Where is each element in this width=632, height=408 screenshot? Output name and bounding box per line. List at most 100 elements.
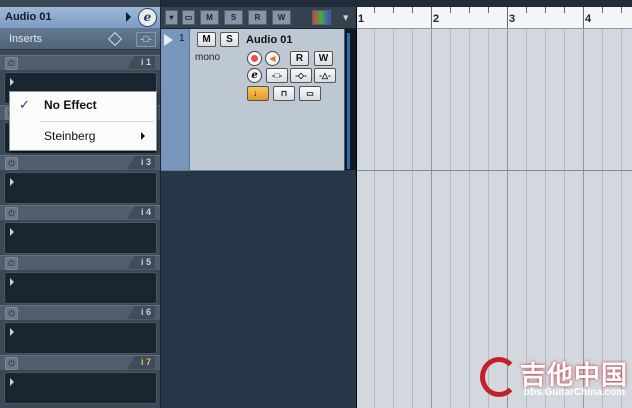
track-name[interactable]: Audio 01 (246, 34, 292, 46)
bypass-diamond-icon[interactable] (107, 31, 123, 47)
track-color-strip[interactable]: 1 (161, 29, 190, 170)
grid-line (545, 29, 546, 408)
ruler-tick (488, 7, 489, 13)
track-colors-button[interactable] (312, 10, 331, 25)
track-list-options-button[interactable]: ▾ (165, 10, 178, 25)
timebase-note-icon[interactable]: ♩ (247, 86, 269, 101)
grid-line (469, 29, 470, 408)
edit-channel-icon[interactable]: e (247, 68, 262, 83)
power-icon[interactable]: ⏻ (5, 157, 18, 170)
triangle-right-icon[interactable] (10, 78, 14, 86)
ruler-tick (507, 7, 508, 28)
guitarchina-logo-icon (480, 357, 518, 397)
menu-item-no-effect[interactable]: No Effect (44, 98, 97, 112)
triangle-right-icon[interactable] (10, 278, 14, 286)
ruler-tick (469, 7, 470, 13)
lock-icon[interactable]: ⊓ (273, 86, 295, 101)
track-list-menu-icon[interactable]: ▾ (343, 11, 349, 24)
insert-slot-field[interactable] (4, 222, 157, 254)
insert-slot-number: i 7 (127, 356, 155, 369)
record-enable-icon[interactable] (247, 51, 262, 66)
monitor-speaker-icon[interactable]: ◀ (265, 51, 280, 66)
project-cursor[interactable] (356, 7, 357, 408)
timeline-ruler[interactable]: 1 2 3 4 (356, 7, 632, 29)
insert-slot-header: ⏻ i 3 (0, 155, 160, 170)
lanes-icon[interactable]: ▭ (299, 86, 321, 101)
global-mute-button[interactable]: M (200, 10, 219, 25)
insert-slot-5[interactable]: ⏻ i 5 (0, 255, 160, 305)
insert-slot-field[interactable] (4, 372, 157, 404)
ruler-bar-label: 1 (358, 13, 365, 25)
insert-slot-header: ⏻ i 7 (0, 355, 160, 370)
grid-line (412, 29, 413, 408)
power-icon[interactable]: ⏻ (5, 257, 18, 270)
ruler-tick (393, 7, 394, 13)
ruler-bar-label: 2 (433, 13, 440, 25)
global-write-button[interactable]: W (272, 10, 291, 25)
ruler-tick (431, 7, 432, 28)
inspector-panel: Audio 01 e Inserts -□- ⏻ i 1 ⏻ i 2 ⏻ i 3… (0, 0, 161, 408)
read-automation-button[interactable]: R (290, 51, 309, 66)
ruler-tick (545, 7, 546, 13)
write-automation-button[interactable]: W (314, 51, 333, 66)
insert-slot-6[interactable]: ⏻ i 6 (0, 305, 160, 355)
grid-line (621, 29, 622, 408)
track-list-view-button[interactable]: ▭ (182, 10, 195, 25)
track-channel-config: mono (195, 52, 221, 63)
inspector-track-header[interactable]: Audio 01 e (0, 7, 160, 29)
global-solo-button[interactable]: S (224, 10, 243, 25)
insert-slot-number: i 1 (127, 56, 155, 69)
power-icon[interactable]: ⏻ (5, 357, 18, 370)
grid-line (450, 29, 451, 408)
ruler-tick (450, 7, 451, 13)
triangle-right-icon[interactable] (10, 378, 14, 386)
inserts-section-header[interactable]: Inserts -□- (0, 29, 160, 50)
triangle-right-icon[interactable] (10, 178, 14, 186)
insert-slot-header: ⏻ i 6 (0, 305, 160, 320)
ruler-tick (602, 7, 603, 13)
insert-slot-3[interactable]: ⏻ i 3 (0, 155, 160, 205)
track-number: 1 (179, 33, 185, 44)
grid-line (374, 29, 375, 408)
edit-channel-button[interactable]: e (138, 8, 157, 27)
ruler-bar-label: 4 (585, 13, 592, 25)
ruler-tick (564, 7, 565, 13)
insert-slot-header: ⏻ i 1 (0, 55, 160, 70)
triangle-right-icon[interactable] (126, 12, 131, 22)
sends-bypass-icon[interactable]: -△- (314, 68, 336, 83)
insert-slot-4[interactable]: ⏻ i 4 (0, 205, 160, 255)
insert-slot-number: i 6 (127, 306, 155, 319)
insert-slot-field[interactable] (4, 322, 157, 354)
ruler-bar-label: 3 (509, 13, 516, 25)
insert-slot-number: i 4 (127, 206, 155, 219)
event-display[interactable] (356, 29, 632, 408)
track-expand-arrow-icon[interactable] (164, 34, 173, 46)
insert-slot-field[interactable] (4, 172, 157, 204)
inserts-bypass-icon[interactable]: -□- (266, 68, 288, 83)
global-read-button[interactable]: R (248, 10, 267, 25)
power-icon[interactable]: ⏻ (5, 307, 18, 320)
ruler-tick (412, 7, 413, 13)
inserts-label: Inserts (9, 33, 43, 45)
grid-line (564, 29, 565, 408)
solo-button[interactable]: S (220, 32, 239, 47)
triangle-right-icon[interactable] (10, 228, 14, 236)
grid-line (507, 29, 508, 408)
menu-item-steinberg[interactable]: Steinberg (44, 129, 95, 143)
power-icon[interactable]: ⏻ (5, 207, 18, 220)
grid-line (526, 29, 527, 408)
power-icon[interactable]: ⏻ (5, 57, 18, 70)
insert-slot-7[interactable]: ⏻ i 7 (0, 355, 160, 405)
mute-button[interactable]: M (197, 32, 216, 47)
triangle-right-icon[interactable] (10, 328, 14, 336)
insert-routing-icon[interactable]: -□- (136, 32, 156, 47)
insert-slot-number: i 5 (127, 256, 155, 269)
submenu-arrow-icon (141, 132, 145, 140)
insert-slot-field[interactable] (4, 272, 157, 304)
watermark-url: bbs.GuitarChina.com (524, 387, 626, 398)
ruler-tick (621, 7, 622, 13)
track-separator-line (356, 170, 632, 171)
eq-bypass-icon[interactable]: -◇- (290, 68, 312, 83)
inspector-track-name: Audio 01 (5, 11, 52, 23)
audio-track-row[interactable]: 1 M S Audio 01 mono ◀ R W e -□- -◇- -△- … (161, 29, 344, 171)
